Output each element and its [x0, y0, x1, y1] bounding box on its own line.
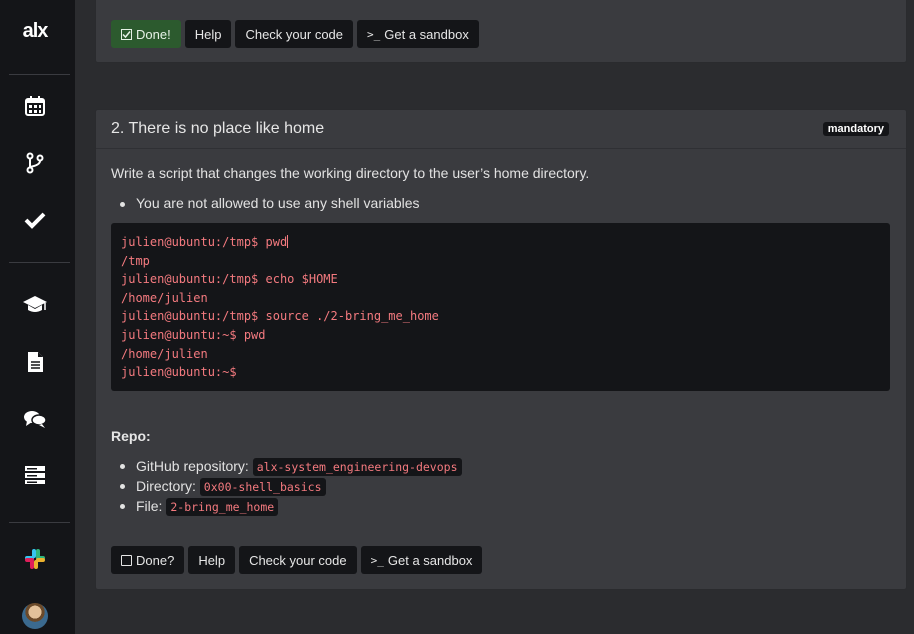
terminal-line: /home/julien	[121, 290, 208, 305]
alx-logo[interactable]: alx	[0, 20, 70, 43]
terminal-line: /home/julien	[121, 346, 208, 361]
github-repo-value: alx-system_engineering-devops	[252, 458, 462, 476]
repo-details: GitHub repository: alx-system_engineerin…	[96, 456, 462, 516]
calendar-icon[interactable]	[22, 93, 48, 119]
help-button[interactable]: Help	[188, 546, 236, 574]
get-a-sandbox-button[interactable]: >_ Get a sandbox	[360, 546, 483, 574]
sidebar-divider	[9, 262, 70, 263]
git-branch-icon[interactable]	[22, 150, 48, 176]
repo-directory-item: Directory: 0x00-shell_basics	[96, 476, 462, 496]
slack-icon[interactable]	[22, 546, 48, 572]
terminal-line: julien@ubuntu:/tmp$ pwd	[121, 233, 880, 252]
repo-github-item: GitHub repository: alx-system_engineerin…	[96, 456, 462, 476]
repo-file-item: File: 2-bring_me_home	[96, 496, 462, 516]
repo-label: Repo:	[111, 428, 151, 444]
server-list-icon[interactable]	[22, 462, 48, 488]
unchecked-box-icon	[121, 554, 132, 566]
terminal-line: /tmp	[121, 253, 150, 268]
sidebar-divider	[9, 74, 70, 75]
task-header: 2. There is no place like home mandatory	[96, 110, 906, 149]
terminal-line: julien@ubuntu:~$	[121, 365, 237, 380]
done-button-label: Done!	[136, 26, 171, 42]
previous-task-actions: Done! Help Check your code >_ Get a sand…	[111, 20, 479, 48]
task-actions: Done? Help Check your code >_ Get a sand…	[111, 546, 483, 574]
avatar[interactable]	[22, 603, 48, 629]
get-a-sandbox-label: Get a sandbox	[384, 26, 469, 42]
task-panel: 2. There is no place like home mandatory…	[95, 109, 907, 590]
terminal-line: julien@ubuntu:~$ pwd	[121, 327, 266, 342]
mandatory-badge: mandatory	[822, 122, 889, 136]
directory-value: 0x00-shell_basics	[199, 478, 326, 496]
terminal-example: julien@ubuntu:/tmp$ pwd /tmp julien@ubun…	[111, 223, 890, 391]
graduation-cap-icon[interactable]	[22, 291, 48, 317]
get-a-sandbox-button[interactable]: >_ Get a sandbox	[357, 20, 479, 48]
done-button[interactable]: Done?	[111, 546, 185, 574]
task-rules: You are not allowed to use any shell var…	[96, 195, 420, 211]
check-your-code-button[interactable]: Check your code	[235, 20, 354, 48]
task-title: 2. There is no place like home	[111, 120, 325, 137]
terminal-line: julien@ubuntu:/tmp$ source ./2-bring_me_…	[121, 309, 439, 324]
sidebar: alx	[0, 0, 75, 634]
terminal-prompt-icon: >_	[367, 27, 381, 41]
checked-box-icon	[121, 28, 132, 40]
list-item: You are not allowed to use any shell var…	[96, 195, 420, 211]
task-description: Write a script that changes the working …	[111, 165, 590, 181]
previous-task-panel: Done! Help Check your code >_ Get a sand…	[95, 0, 907, 63]
file-value: 2-bring_me_home	[166, 498, 279, 516]
terminal-line-text: julien@ubuntu:/tmp$ pwd	[121, 235, 288, 249]
terminal-line: julien@ubuntu:/tmp$ echo $HOME	[121, 272, 338, 287]
sidebar-divider	[9, 522, 70, 523]
chat-bubbles-icon[interactable]	[22, 406, 48, 432]
done-button[interactable]: Done!	[111, 20, 181, 48]
get-a-sandbox-label: Get a sandbox	[387, 552, 473, 568]
directory-label: Directory:	[136, 478, 196, 494]
checkmark-icon[interactable]	[22, 207, 48, 233]
help-button[interactable]: Help	[184, 20, 232, 48]
check-your-code-button[interactable]: Check your code	[239, 546, 357, 574]
file-label: File:	[136, 498, 163, 514]
done-button-label: Done?	[136, 552, 175, 568]
text-cursor	[287, 235, 289, 248]
terminal-prompt-icon: >_	[370, 553, 384, 567]
document-icon[interactable]	[22, 349, 48, 375]
github-label: GitHub repository:	[136, 458, 249, 474]
